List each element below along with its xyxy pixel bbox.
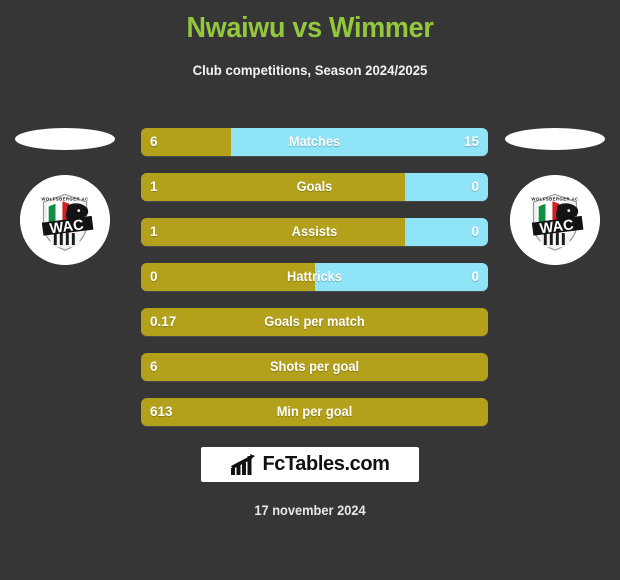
generated-date: 17 november 2024 [254, 503, 366, 518]
bar-chart-icon [231, 453, 256, 475]
svg-text:WOLFSBERGER AC: WOLFSBERGER AC [531, 196, 578, 201]
left-club-crest-wac: WAC WOLFSBERGER AC [20, 175, 110, 265]
stat-bar-row: 1 Assists 0 [141, 218, 488, 246]
stat-left-value: 1 [150, 179, 158, 194]
stat-bar-row: 1 Goals 0 [141, 173, 488, 201]
fctables-logo-text: FcTables.com [262, 453, 390, 475]
stat-bars-list: 6 Matches 15 1 Goals 0 1 Assists 0 0 Hattricks 0 0.1… [141, 128, 488, 443]
right-club-crest-wac: WAC WOLFSBERGER AC [510, 175, 600, 265]
stat-bar-row: 6 Matches 15 [141, 128, 488, 156]
stat-right-value: 0 [471, 269, 479, 284]
stat-bar-row: 0 Hattricks 0 [141, 263, 488, 291]
stat-label: Min per goal [276, 404, 353, 419]
stat-left-value: 0 [150, 269, 158, 284]
stat-left-value: 6 [150, 134, 158, 149]
stat-bar-left-fill [141, 218, 405, 246]
stat-label: Goals per match [264, 314, 365, 329]
stat-bar-row: 613 Min per goal [141, 398, 488, 426]
left-player-panel: WAC WOLFSBERGER AC [0, 120, 130, 310]
page-title: Nwaiwu vs Wimmer [186, 12, 434, 44]
infographic-canvas: Nwaiwu vs Wimmer Club competitions, Seas… [0, 0, 620, 580]
stat-bar-row: 6 Shots per goal [141, 353, 488, 381]
stat-left-value: 0.17 [150, 314, 177, 329]
page-subtitle: Club competitions, Season 2024/2025 [192, 62, 428, 78]
stat-right-value: 0 [471, 179, 479, 194]
stat-label: Shots per goal [269, 359, 360, 374]
stat-bar-row: 0.17 Goals per match [141, 308, 488, 336]
right-player-name-plate [505, 128, 605, 150]
fctables-logo[interactable]: FcTables.com [201, 447, 419, 482]
stat-bar-left-fill [141, 263, 315, 291]
stat-bar-left-fill [141, 173, 405, 201]
stat-left-value: 6 [150, 359, 158, 374]
left-player-name-plate [15, 128, 115, 150]
stat-left-value: 1 [150, 224, 158, 239]
stat-left-value: 613 [150, 404, 173, 419]
stat-right-value: 15 [463, 134, 479, 149]
right-player-panel: WAC WOLFSBERGER AC [490, 120, 620, 310]
svg-text:WOLFSBERGER AC: WOLFSBERGER AC [41, 196, 88, 201]
stat-right-value: 0 [471, 224, 479, 239]
